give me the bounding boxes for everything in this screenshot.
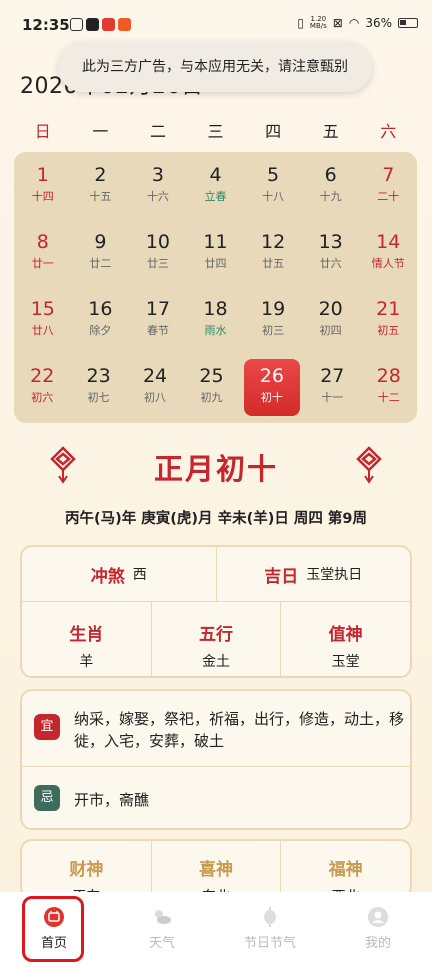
calendar-day[interactable]: 27 十一 bbox=[304, 353, 360, 420]
calendar-week: 22 初六 23 初七 24 初八 25 初九 26 初十 27 十一 28 十二 bbox=[14, 353, 417, 420]
calendar-day[interactable]: 19 初三 bbox=[244, 286, 302, 353]
calendar-day[interactable]: 28 十二 bbox=[361, 353, 417, 420]
calendar-day[interactable]: 17 春节 bbox=[129, 286, 187, 353]
calendar-day[interactable]: 6 十九 bbox=[302, 152, 360, 219]
calendar-day[interactable]: 2 十五 bbox=[72, 152, 130, 219]
calendar-day[interactable]: 9 廿二 bbox=[72, 219, 130, 286]
zhishen-value: 玉堂 bbox=[331, 654, 360, 670]
calendar-day-selected[interactable]: 26 初十 bbox=[243, 359, 301, 416]
chongsha-label: 冲煞 bbox=[90, 566, 125, 587]
ji-row: 忌 开市，斋醮 bbox=[22, 767, 410, 830]
battery-percent: 36% bbox=[365, 16, 392, 30]
weekday-tue: 二 bbox=[149, 122, 166, 141]
status-indicators: ▯ 1.20 MB/s ⊠ ◠ 36% bbox=[297, 16, 418, 30]
app-notification-icon bbox=[70, 18, 83, 31]
weekday-wed: 三 bbox=[207, 122, 224, 141]
battery-icon bbox=[398, 18, 418, 28]
calendar-week: 1 十四 2 十五 3 十六 4 立春 5 十八 6 十九 7 二十 bbox=[14, 152, 417, 219]
jiri-value: 玉堂执日 bbox=[306, 567, 363, 583]
weekday-fri: 五 bbox=[322, 122, 339, 141]
calendar-day[interactable]: 22 初六 bbox=[14, 353, 70, 420]
sim-icon: ⊠ bbox=[332, 16, 343, 30]
calendar-day[interactable]: 7 二十 bbox=[359, 152, 417, 219]
xishen-label: 喜神 bbox=[199, 860, 233, 880]
play-notification-icon bbox=[86, 18, 99, 31]
weekday-mon: 一 bbox=[92, 122, 109, 141]
weekday-sat: 六 bbox=[380, 122, 397, 141]
calendar-day[interactable]: 12 廿五 bbox=[244, 219, 302, 286]
weather-icon bbox=[155, 910, 171, 924]
gods-direction-card: 财神 正东 喜神 东北 福神 西北 bbox=[20, 839, 412, 899]
calendar-week: 15 廿八 16 除夕 17 春节 18 雨水 19 初三 20 初四 21 初五 bbox=[14, 286, 417, 353]
nav-profile[interactable]: 我的 bbox=[324, 892, 432, 964]
almanac-info-card: 冲煞 西 吉日 玉堂执日 生肖 羊 五行 金土 值神 玉堂 bbox=[20, 545, 412, 678]
calendar-day[interactable]: 11 廿四 bbox=[187, 219, 245, 286]
calendar-day[interactable]: 21 初五 bbox=[359, 286, 417, 353]
calendar-day[interactable]: 24 初八 bbox=[127, 353, 183, 420]
ji-text: 开市，斋醮 bbox=[74, 791, 150, 809]
calendar-grid: 1 十四 2 十五 3 十六 4 立春 5 十八 6 十九 7 二十 8 廿一 9 廿二 10 廿三… bbox=[14, 152, 417, 423]
wuxing-label: 五行 bbox=[199, 625, 233, 645]
ji-badge: 忌 bbox=[34, 785, 60, 811]
jiri-cell: 吉日 玉堂执日 bbox=[217, 547, 411, 601]
chongsha-value: 西 bbox=[132, 567, 147, 583]
calendar-day[interactable]: 20 初四 bbox=[302, 286, 360, 353]
calendar-day[interactable]: 23 初七 bbox=[70, 353, 126, 420]
calendar-day[interactable]: 3 十六 bbox=[129, 152, 187, 219]
calendar-day[interactable]: 14 情人节 bbox=[359, 219, 417, 286]
yi-text: 纳采，嫁娶，祭祀，祈福，出行，修造，动土，移徙，入宅，安葬，破土 bbox=[74, 710, 405, 750]
chongsha-cell: 冲煞 西 bbox=[22, 547, 217, 601]
calendar-day[interactable]: 8 廿一 bbox=[14, 219, 72, 286]
calendar-day[interactable]: 4 立春 bbox=[187, 152, 245, 219]
weekday-thu: 四 bbox=[265, 122, 282, 141]
nav-weather[interactable]: 天气 bbox=[108, 892, 216, 964]
yi-ji-card: 宜 纳采，嫁娶，祭祀，祈福，出行，修造，动土，移徙，入宅，安葬，破土 忌 开市，… bbox=[20, 689, 412, 830]
jiri-label: 吉日 bbox=[264, 566, 299, 587]
profile-icon bbox=[368, 907, 388, 927]
calendar-day[interactable]: 10 廿三 bbox=[129, 219, 187, 286]
shengxiao-value: 羊 bbox=[79, 654, 94, 670]
notification-icons bbox=[70, 18, 131, 31]
yi-row: 宜 纳采，嫁娶，祭祀，祈福，出行，修造，动土，移徙，入宅，安葬，破土 bbox=[22, 691, 410, 767]
fushen-cell: 福神 西北 bbox=[280, 841, 410, 897]
home-tab-highlight bbox=[22, 896, 84, 962]
network-speed: 1.20 MB/s bbox=[309, 15, 327, 30]
shengxiao-cell: 生肖 羊 bbox=[22, 602, 151, 676]
calendar-day[interactable]: 15 廿八 bbox=[14, 286, 72, 353]
wuxing-cell: 五行 金土 bbox=[150, 602, 281, 676]
ad-toast: 此为三方广告，与本应用无关，请注意甄别 bbox=[58, 42, 372, 92]
zhishen-cell: 值神 玉堂 bbox=[280, 602, 410, 676]
calendar-week: 8 廿一 9 廿二 10 廿三 11 廿四 12 廿五 13 廿六 14 情人节 bbox=[14, 219, 417, 286]
nav-weather-label: 天气 bbox=[148, 936, 175, 951]
calendar-day[interactable]: 25 初九 bbox=[183, 353, 239, 420]
weekday-sun: 日 bbox=[34, 122, 51, 141]
zhishen-label: 值神 bbox=[328, 625, 363, 645]
fushen-label: 福神 bbox=[328, 860, 363, 880]
nav-profile-label: 我的 bbox=[364, 936, 391, 951]
calendar-day[interactable]: 18 雨水 bbox=[187, 286, 245, 353]
ganzhi-line: 丙午(马)年 庚寅(虎)月 辛未(羊)日 周四 第9周 bbox=[64, 511, 368, 527]
vibrate-icon: ▯ bbox=[297, 16, 304, 30]
nav-festivals[interactable]: 节日节气 bbox=[216, 892, 324, 964]
calendar-day[interactable]: 1 十四 bbox=[14, 152, 72, 219]
nav-festivals-label: 节日节气 bbox=[243, 936, 296, 951]
orange-app-notification-icon bbox=[118, 18, 131, 31]
chinese-knot-right-icon bbox=[356, 446, 382, 484]
calendar-day[interactable]: 16 除夕 bbox=[72, 286, 130, 353]
calendar-day[interactable]: 13 廿六 bbox=[302, 219, 360, 286]
shengxiao-label: 生肖 bbox=[69, 625, 104, 645]
status-time: 12:35 bbox=[22, 16, 70, 34]
weekday-header: 日 一 二 三 四 五 六 bbox=[14, 118, 417, 142]
wuxing-value: 金土 bbox=[202, 654, 230, 670]
calendar-day[interactable]: 5 十八 bbox=[244, 152, 302, 219]
wifi-icon: ◠ bbox=[348, 16, 360, 30]
caishen-cell: 财神 正东 bbox=[22, 841, 151, 897]
caishen-label: 财神 bbox=[69, 860, 104, 880]
shopping-notification-icon bbox=[102, 18, 115, 31]
lantern-icon bbox=[264, 907, 276, 927]
yi-badge: 宜 bbox=[34, 714, 60, 740]
xishen-cell: 喜神 东北 bbox=[150, 841, 281, 897]
